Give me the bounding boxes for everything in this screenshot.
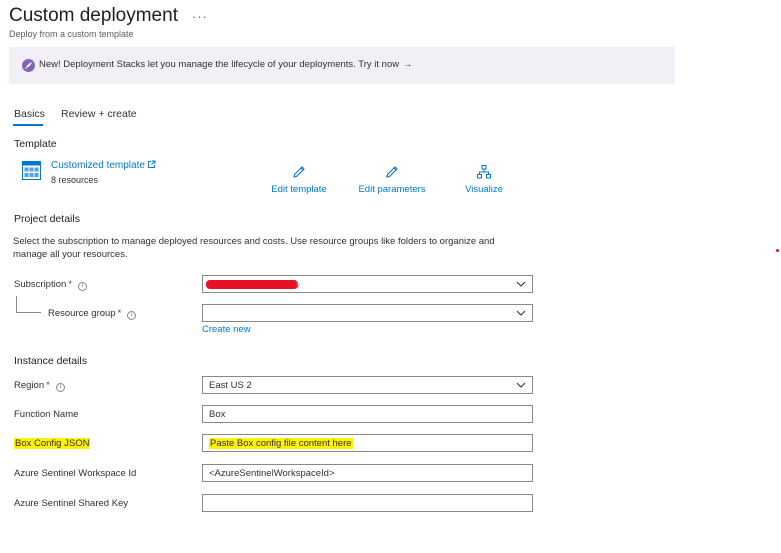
required-marker: * (68, 279, 72, 290)
region-value: East US 2 (209, 380, 252, 391)
project-details-description: Select the subscription to manage deploy… (13, 236, 495, 260)
subscription-label: Subscription * i (14, 279, 87, 291)
customized-template-link[interactable]: Customized template (51, 160, 156, 171)
resource-group-dropdown[interactable] (202, 304, 533, 322)
deployment-stacks-banner: New! Deployment Stacks let you manage th… (9, 47, 675, 84)
edit-template-label: Edit template (271, 184, 327, 195)
info-icon[interactable]: i (77, 282, 87, 291)
page-title: Custom deployment (9, 5, 178, 26)
customized-template-label: Customized template (51, 160, 145, 171)
chevron-down-icon (516, 310, 526, 316)
workspace-id-input[interactable]: <AzureSentinelWorkspaceId> (202, 464, 533, 482)
info-icon[interactable]: i (127, 311, 137, 320)
page-subtitle: Deploy from a custom template (9, 29, 134, 39)
edit-parameters-button[interactable]: Edit parameters (355, 164, 429, 195)
required-marker: * (46, 380, 50, 391)
required-marker: * (117, 308, 122, 319)
project-details-title: Project details (14, 213, 80, 225)
template-section-title: Template (14, 138, 57, 150)
active-tab-indicator (13, 124, 43, 126)
resource-group-label: Resource group * i (48, 308, 137, 320)
instance-details-title: Instance details (14, 355, 87, 367)
subscription-dropdown[interactable]: y (202, 275, 533, 293)
edit-parameters-label: Edit parameters (358, 184, 426, 195)
rocket-icon (22, 59, 35, 72)
redacted-mark (206, 280, 298, 289)
redacted-tail: y (296, 280, 300, 289)
resource-group-label-text: Resource group (48, 308, 116, 319)
box-config-label: Box Config JSON (14, 438, 91, 449)
box-config-value: Paste Box config file content here (209, 438, 353, 449)
edit-template-button[interactable]: Edit template (268, 164, 330, 195)
pencil-icon (386, 166, 398, 178)
workspace-id-label: Azure Sentinel Workspace Id (14, 468, 137, 479)
template-icon (22, 161, 41, 180)
tab-review-create[interactable]: Review + create (61, 108, 137, 120)
box-config-label-text: Box Config JSON (14, 438, 91, 449)
chevron-down-icon (516, 382, 526, 388)
banner-link[interactable]: New! Deployment Stacks let you manage th… (39, 59, 413, 70)
region-label: Region * i (14, 380, 65, 392)
arrow-right-icon: → (403, 59, 413, 70)
more-options-button[interactable]: ··· (192, 9, 208, 24)
region-label-text: Region (14, 380, 45, 391)
banner-text: New! Deployment Stacks let you manage th… (39, 59, 400, 70)
shared-key-label: Azure Sentinel Shared Key (14, 498, 129, 509)
chevron-down-icon (516, 281, 526, 287)
stray-mark (776, 249, 779, 252)
visualize-button[interactable]: Visualize (461, 164, 507, 195)
hierarchy-icon (477, 165, 491, 179)
visualize-label: Visualize (465, 184, 503, 195)
tree-connector (16, 296, 41, 313)
tab-basics[interactable]: Basics (14, 108, 45, 120)
subscription-label-text: Subscription (14, 279, 67, 290)
box-config-input[interactable]: Paste Box config file content here (202, 434, 533, 452)
function-name-input[interactable]: Box (202, 405, 533, 423)
shared-key-input[interactable] (202, 494, 533, 512)
function-name-label: Function Name (14, 409, 79, 420)
resource-count: 8 resources (51, 175, 99, 185)
pencil-icon (293, 166, 305, 178)
info-icon[interactable]: i (55, 383, 65, 392)
create-new-link[interactable]: Create new (202, 324, 251, 335)
region-dropdown[interactable]: East US 2 (202, 376, 533, 394)
external-link-icon (147, 160, 156, 168)
